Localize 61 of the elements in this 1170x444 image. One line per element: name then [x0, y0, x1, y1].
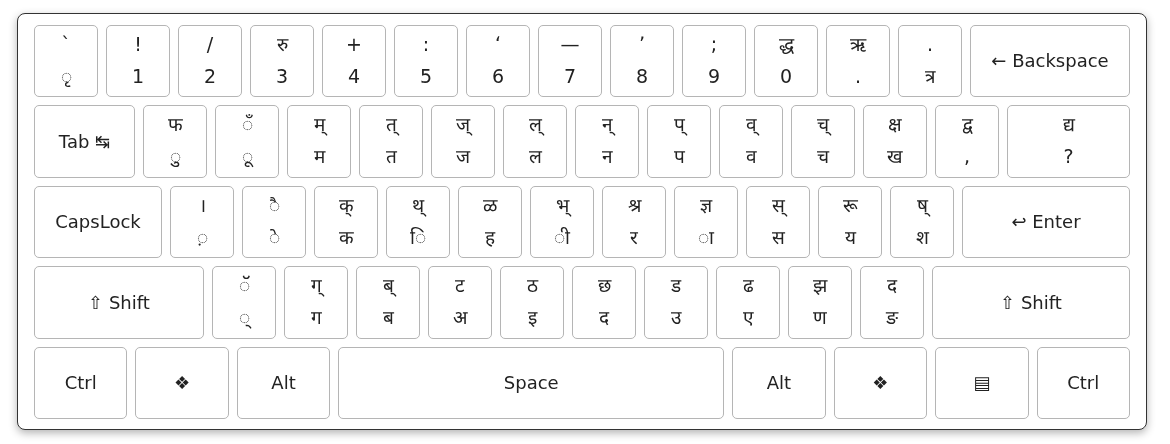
keyboard-key[interactable]: ; 9 [682, 25, 746, 98]
keyboard-key[interactable]: : 5 [394, 25, 458, 98]
keyboard-key[interactable]: झ ण [788, 266, 852, 339]
keyboard-key[interactable]: व् व [719, 105, 783, 178]
keyboard-key[interactable]: रु 3 [250, 25, 314, 98]
keyboard-key[interactable]: स् स [746, 185, 810, 259]
keyboard-key[interactable]: / 2 [178, 25, 242, 98]
keyboard-key[interactable]: ड उ [644, 266, 708, 339]
keyboard-key[interactable]: ळ ह [458, 185, 522, 259]
keyboard-key[interactable]: छ द [572, 266, 636, 339]
keyboard-key[interactable]: Alt [732, 346, 826, 420]
keyboard-key[interactable]: च् च [791, 105, 855, 178]
keyboard-key[interactable]: ← Backspace [970, 25, 1130, 98]
keyboard-key[interactable]: न् न [575, 105, 639, 178]
keyboard-key[interactable]: ❖ [833, 346, 928, 420]
keyboard-key[interactable]: ग् ग [284, 266, 348, 339]
keyboard-key[interactable]: ʻ 6 [466, 25, 530, 98]
keyboard-key[interactable]: ब् ब [356, 266, 420, 339]
keyboard-key[interactable]: + 4 [322, 25, 386, 98]
keyboard-key[interactable]: ॅ ् [212, 266, 276, 339]
keyboard-key[interactable]: क् क [314, 185, 378, 259]
keyboard-key[interactable]: थ् ि [386, 185, 450, 259]
keyboard-key[interactable]: फ ु [143, 105, 207, 178]
keyboard-key[interactable]: Ctrl [34, 346, 128, 420]
keyboard-key[interactable]: ⇧ Shift [34, 266, 204, 339]
keyboard-key[interactable]: क्ष ख [863, 105, 927, 178]
keyboard-key[interactable]: ँ ू [215, 105, 279, 178]
keyboard-key[interactable]: Space [338, 346, 725, 420]
keyboard-key[interactable]: रू य [818, 185, 882, 259]
keyboard-key[interactable]: द्य ? [1007, 105, 1130, 178]
keyboard-key[interactable]: श्र र [602, 185, 666, 259]
keyboard-key[interactable]: भ् ी [530, 185, 594, 259]
keyboard-key[interactable]: ❖ [135, 346, 229, 420]
keyboard-key[interactable]: । ़ [170, 185, 234, 259]
keyboard-key[interactable]: Ctrl [1036, 346, 1130, 420]
keyboard-key[interactable]: ै े [242, 185, 306, 259]
keyboard-key[interactable]: ज्ञ ा [674, 185, 738, 259]
keyboard-key[interactable]: त् त [359, 105, 423, 178]
keyboard-key[interactable]: Tab ↹ [34, 105, 135, 178]
keyboard-key[interactable]: . त्र [898, 25, 962, 98]
keyboard-key[interactable]: द ङ [860, 266, 924, 339]
keyboard-key[interactable]: ! 1 [106, 25, 170, 98]
keyboard-key[interactable]: CapsLock [34, 185, 162, 259]
keyboard-key[interactable]: ट अ [428, 266, 492, 339]
keyboard-key[interactable]: ⇧ Shift [932, 266, 1130, 339]
keyboard-key[interactable]: द्ध 0 [754, 25, 818, 98]
keyboard-key[interactable]: ऋ . [826, 25, 890, 98]
keyboard-key[interactable]: ▤ [935, 346, 1029, 420]
keyboard-key[interactable]: ↩ Enter [962, 185, 1130, 259]
keyboard-key[interactable]: ठ इ [500, 266, 564, 339]
keyboard-key[interactable]: द्व , [935, 105, 999, 178]
keyboard-key[interactable]: ज् ज [431, 105, 495, 178]
keyboard-key[interactable]: ` ृ [34, 25, 98, 98]
keyboard-key[interactable]: ʼ 8 [610, 25, 674, 98]
keyboard-key[interactable]: ष् श [890, 185, 954, 259]
keyboard-key[interactable]: ल् ल [503, 105, 567, 178]
keyboard-key[interactable]: प् प [647, 105, 711, 178]
keyboard-key[interactable]: Alt [236, 346, 331, 420]
keyboard-key[interactable]: — 7 [538, 25, 602, 98]
keyboard-key[interactable]: ढ ए [716, 266, 780, 339]
keyboard-key[interactable]: म् म [287, 105, 351, 178]
